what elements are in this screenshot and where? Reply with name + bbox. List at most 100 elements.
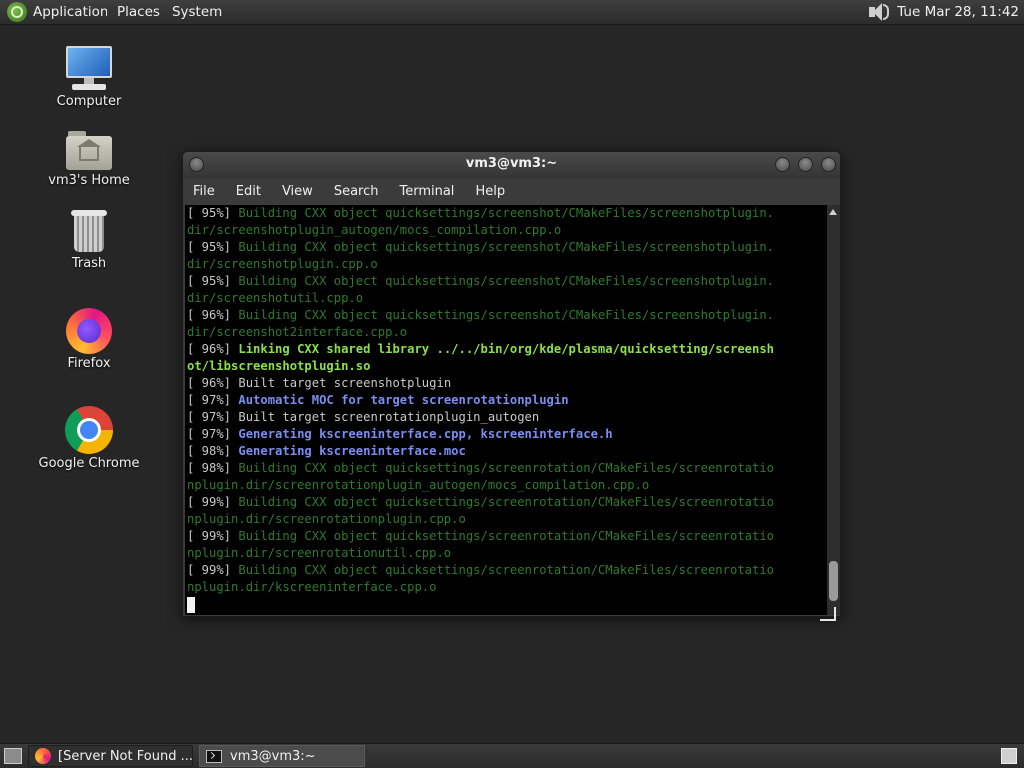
system-menu[interactable]: System [166, 0, 228, 25]
terminal-window[interactable]: vm3@vm3:~ File Edit View Search Terminal… [182, 151, 841, 621]
minimize-button[interactable] [775, 157, 790, 172]
desktop-icon-label: Firefox [67, 356, 111, 371]
terminal-line: [ 96%] Linking CXX shared library ../../… [187, 341, 827, 358]
terminal-line: [ 95%] Building CXX object quicksettings… [187, 205, 827, 222]
terminal-line: [ 99%] Building CXX object quicksettings… [187, 528, 827, 545]
terminal-line: nplugin.dir/screenrotationplugin.cpp.o [187, 511, 827, 528]
terminal-scrollbar[interactable] [827, 205, 840, 615]
taskbar-item-label: [Server Not Found ... [58, 748, 193, 764]
prompt-line[interactable] [187, 596, 827, 613]
progress-prefix: [ 97%] [187, 410, 239, 424]
progress-prefix: [ 95%] [187, 274, 239, 288]
terminal-line: nplugin.dir/screenrotationplugin_autogen… [187, 477, 827, 494]
progress-prefix: [ 95%] [187, 240, 239, 254]
terminal-line: dir/screenshotutil.cpp.o [187, 290, 827, 307]
line-text: Building CXX object quicksettings/screen… [238, 308, 775, 322]
terminal-icon [206, 749, 222, 763]
applications-menu[interactable]: Applications [33, 0, 107, 25]
menu-terminal[interactable]: Terminal [389, 184, 465, 199]
desktop-icon-home[interactable]: vm3's Home [34, 127, 144, 188]
clock[interactable]: Tue Mar 28, 11:42 [897, 4, 1019, 20]
maximize-button[interactable] [798, 157, 813, 172]
places-menu[interactable]: Places [111, 0, 166, 25]
line-text: Building CXX object quicksettings/screen… [238, 461, 775, 475]
terminal-line: dir/screenshotplugin_autogen/mocs_compil… [187, 222, 827, 239]
top-panel: Applications Places System Tue Mar 28, 1… [0, 0, 1024, 25]
menu-file[interactable]: File [183, 184, 226, 199]
desktop-icon-label: vm3's Home [48, 173, 130, 188]
terminal-line: nplugin.dir/screenrotationutil.cpp.o [187, 545, 827, 562]
line-text: Built target screenrotationplugin_autoge… [238, 410, 540, 424]
firefox-icon [35, 748, 51, 764]
firefox-icon [66, 308, 112, 354]
show-desktop-icon[interactable] [4, 748, 22, 764]
progress-prefix: [ 98%] [187, 461, 239, 475]
line-text: dir/screenshotplugin_autogen/mocs_compil… [187, 223, 562, 237]
terminal-line: [ 95%] Building CXX object quicksettings… [187, 239, 827, 256]
terminal-line: [ 96%] Built target screenshotplugin [187, 375, 827, 392]
distro-logo-icon[interactable] [7, 2, 27, 22]
desktop-icon-trash[interactable]: Trash [34, 210, 144, 271]
line-text: Automatic MOC for target screenrotationp… [238, 393, 569, 407]
line-text: nplugin.dir/screenrotationutil.cpp.o [187, 546, 452, 560]
terminal-line: dir/screenshotplugin.cpp.o [187, 256, 827, 273]
line-text: Building CXX object quicksettings/screen… [238, 563, 775, 577]
progress-prefix: [ 99%] [187, 495, 239, 509]
terminal-line: [ 97%] Generating kscreeninterface.cpp, … [187, 426, 827, 443]
taskbar-item-label: vm3@vm3:~ [230, 748, 316, 764]
resize-grip-icon[interactable] [820, 607, 836, 621]
bottom-panel: [Server Not Found ... vm3@vm3:~ [0, 743, 1024, 768]
terminal-menubar: File Edit View Search Terminal Help [183, 178, 840, 204]
line-text: nplugin.dir/screenrotationplugin_autogen… [187, 478, 650, 492]
menu-edit[interactable]: Edit [226, 184, 272, 199]
terminal-line: [ 99%] Building CXX object quicksettings… [187, 562, 827, 579]
line-text: Built target screenshotplugin [238, 376, 452, 390]
scroll-up-arrow-icon[interactable] [829, 209, 837, 215]
terminal-line: [ 97%] Built target screenrotationplugin… [187, 409, 827, 426]
desktop-icon-computer[interactable]: Computer [34, 46, 144, 109]
line-text: nplugin.dir/screenrotationplugin.cpp.o [187, 512, 466, 526]
taskbar-item-terminal[interactable]: vm3@vm3:~ [199, 745, 365, 767]
computer-icon [64, 46, 114, 92]
terminal-line: [ 96%] Building CXX object quicksettings… [187, 307, 827, 324]
terminal-output[interactable]: [ 95%] Building CXX object quicksettings… [185, 205, 827, 615]
home-folder-icon [66, 131, 112, 171]
progress-prefix: [ 96%] [187, 308, 239, 322]
progress-prefix: [ 96%] [187, 376, 239, 390]
desktop-icon-label: Computer [56, 94, 122, 109]
line-text: Linking CXX shared library ../../bin/org… [238, 342, 775, 356]
window-titlebar[interactable]: vm3@vm3:~ [183, 152, 840, 178]
desktop-icon-firefox[interactable]: Firefox [34, 308, 144, 371]
taskbar-item-firefox[interactable]: [Server Not Found ... [28, 745, 193, 767]
desktop-icon-label: Trash [71, 256, 107, 271]
terminal-line: [ 95%] Building CXX object quicksettings… [187, 273, 827, 290]
workspace-switcher[interactable] [1001, 748, 1017, 764]
menu-search[interactable]: Search [324, 184, 390, 199]
menu-help[interactable]: Help [465, 184, 516, 199]
progress-prefix: [ 97%] [187, 427, 239, 441]
line-text: dir/screenshotutil.cpp.o [187, 291, 364, 305]
line-text: Generating kscreeninterface.cpp, kscreen… [238, 427, 613, 441]
progress-prefix: [ 99%] [187, 529, 239, 543]
line-text: Building CXX object quicksettings/screen… [238, 495, 775, 509]
terminal-line: dir/screenshot2interface.cpp.o [187, 324, 827, 341]
progress-prefix: [ 98%] [187, 444, 239, 458]
line-text: dir/screenshotplugin.cpp.o [187, 257, 378, 271]
desktop-icon-chrome[interactable]: Google Chrome [34, 406, 144, 471]
speaker-icon[interactable] [867, 1, 890, 23]
line-text: Building CXX object quicksettings/screen… [238, 529, 775, 543]
close-button[interactable] [821, 157, 836, 172]
trash-icon [69, 210, 109, 254]
menu-view[interactable]: View [272, 184, 324, 199]
chrome-icon [65, 406, 113, 454]
line-text: ot/libscreenshotplugin.so [187, 359, 371, 373]
desktop-icon-label: Google Chrome [38, 456, 140, 471]
terminal-line: [ 98%] Generating kscreeninterface.moc [187, 443, 827, 460]
terminal-line: [ 98%] Building CXX object quicksettings… [187, 460, 827, 477]
line-text: Building CXX object quicksettings/screen… [238, 206, 775, 220]
line-text: Generating kscreeninterface.moc [238, 444, 466, 458]
terminal-line: [ 99%] Building CXX object quicksettings… [187, 494, 827, 511]
text-cursor [187, 597, 195, 613]
progress-prefix: [ 96%] [187, 342, 239, 356]
scrollbar-thumb[interactable] [829, 561, 838, 601]
